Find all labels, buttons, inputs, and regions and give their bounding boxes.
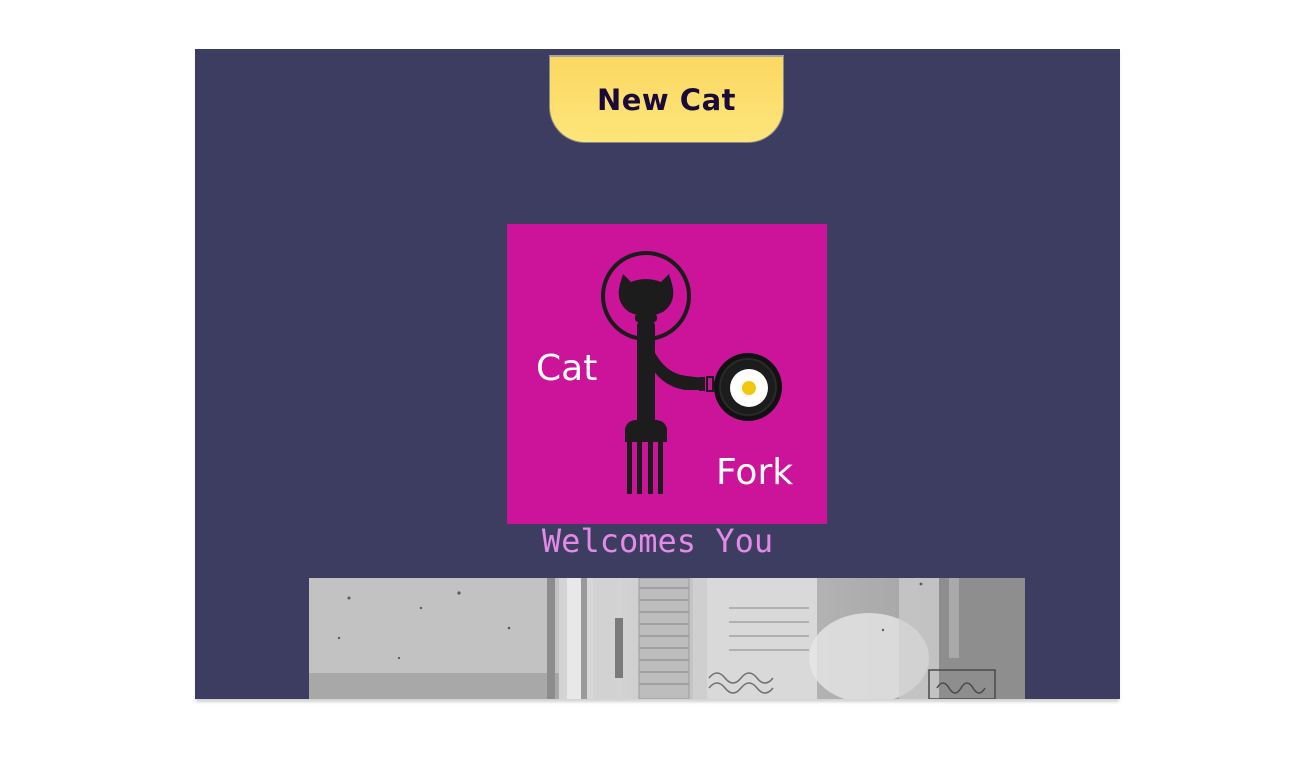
window-scene-image bbox=[309, 578, 1025, 699]
hero-photo bbox=[309, 578, 1025, 699]
logo-word-fork: Fork bbox=[716, 452, 794, 493]
page-frame: New Cat Cat Fork Welcomes You bbox=[195, 49, 1120, 699]
cat-fork-logo: Cat Fork bbox=[507, 224, 827, 524]
logo-word-cat: Cat bbox=[536, 348, 598, 389]
welcome-tagline: Welcomes You bbox=[541, 522, 774, 560]
new-cat-button[interactable]: New Cat bbox=[549, 55, 784, 143]
